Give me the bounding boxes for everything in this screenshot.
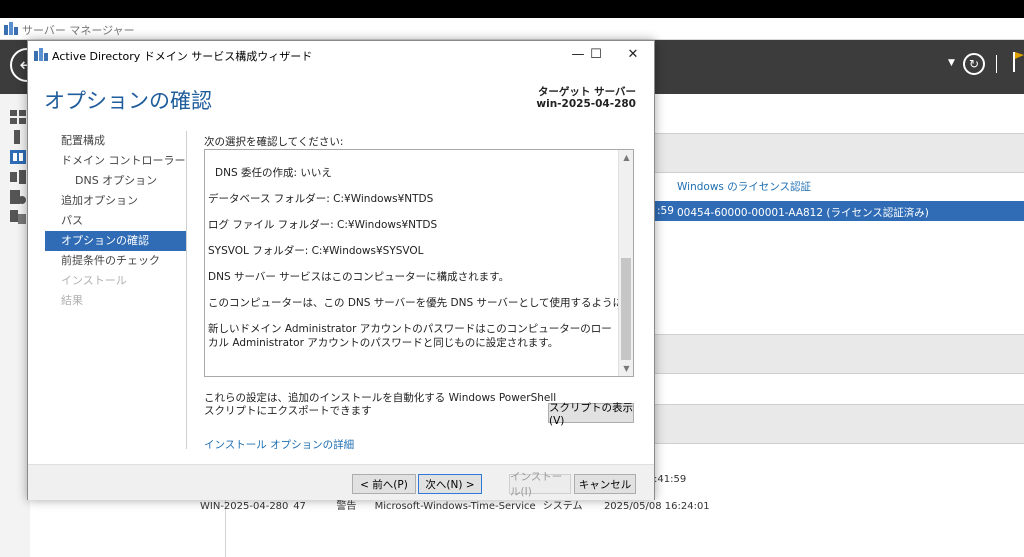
- maximize-button[interactable]: ☐: [581, 45, 611, 65]
- wizard-step[interactable]: 前提条件のチェック: [45, 251, 187, 271]
- review-line: 新しいドメイン Administrator アカウントのパスワードはこのコンピュ…: [208, 323, 612, 349]
- row-license-key: 00454-60000-00001-AA812 (ライセンス認証済み): [677, 207, 929, 219]
- ad-ds-configuration-wizard: Active Directory ドメイン サービス構成ウィザード — ☐ ✕ …: [27, 40, 655, 500]
- review-label: 次の選択を確認してください:: [204, 136, 344, 148]
- review-scrollbar[interactable]: ▲ ▼: [618, 150, 633, 376]
- scroll-up-icon[interactable]: ▲: [619, 150, 633, 165]
- dns-icon[interactable]: [10, 190, 26, 204]
- review-line: データベース フォルダー: C:¥Windows¥NTDS: [208, 193, 434, 205]
- event-time: :41:59: [654, 474, 687, 485]
- previous-button[interactable]: < 前へ(P): [352, 474, 416, 494]
- target-server-label: ターゲット サーバー: [537, 86, 636, 98]
- servers-header-band: [655, 133, 1024, 173]
- all-servers-icon[interactable]: [10, 150, 26, 164]
- target-server-name: win-2025-04-280: [536, 98, 636, 110]
- events-header-band: [655, 334, 1024, 374]
- wizard-step[interactable]: ドメイン コントローラー オプシ...: [45, 151, 187, 171]
- review-options-box[interactable]: DNS 委任の作成: いいえデータベース フォルダー: C:¥Windows¥N…: [204, 149, 634, 377]
- server-table-row[interactable]: :59 00454-60000-00001-AA812 (ライセンス認証済み): [655, 201, 1024, 221]
- view-script-button[interactable]: スクリプトの表示(V): [548, 402, 634, 427]
- event-server: WIN-2025-04-280: [200, 501, 289, 512]
- file-services-icon[interactable]: [10, 210, 26, 224]
- events-filter-band: [655, 404, 1024, 444]
- wizard-footer: < 前へ(P) 次へ(N) > インストール(I) キャンセル: [28, 464, 654, 500]
- ad-ds-icon[interactable]: [10, 170, 26, 184]
- local-server-icon[interactable]: [10, 130, 26, 144]
- server-manager-nav: [0, 94, 30, 557]
- wizard-step[interactable]: 追加オプション: [45, 191, 187, 211]
- review-options-text: DNS 委任の作成: いいえデータベース フォルダー: C:¥Windows¥N…: [208, 166, 634, 352]
- dashboard-icon[interactable]: [10, 110, 26, 124]
- license-column-header[interactable]: Windows のライセンス認証: [677, 179, 811, 194]
- scrollbar-thumb[interactable]: [621, 258, 631, 360]
- ad-ds-wizard-icon: [34, 48, 48, 61]
- event-id: 47: [293, 501, 306, 512]
- chevron-down-icon[interactable]: ▼: [948, 58, 955, 68]
- wizard-step: 結果: [61, 294, 83, 307]
- close-button[interactable]: ✕: [618, 45, 648, 65]
- wizard-step[interactable]: パス: [45, 211, 187, 231]
- event-datetime: 2025/05/08 16:24:01: [603, 501, 710, 512]
- server-manager-titlebar: サーバー マネージャー: [0, 18, 1024, 40]
- refresh-icon[interactable]: ↻: [963, 53, 985, 75]
- install-options-link[interactable]: インストール オプションの詳細: [204, 437, 354, 452]
- server-manager-title: サーバー マネージャー: [22, 24, 135, 37]
- review-line: このコンピューターは、この DNS サーバーを優先 DNS サーバーとして使用す…: [208, 297, 634, 309]
- wizard-title: Active Directory ドメイン サービス構成ウィザード: [52, 50, 313, 63]
- wizard-step[interactable]: 配置構成: [45, 131, 187, 151]
- page-title: オプションの確認: [44, 89, 212, 113]
- wizard-step: インストール: [61, 274, 127, 287]
- review-line: DNS サーバー サービスはこのコンピューターに構成されます。: [208, 271, 510, 283]
- wizard-step[interactable]: オプションの確認: [45, 231, 187, 251]
- header-divider: [996, 55, 997, 73]
- review-line: ログ ファイル フォルダー: C:¥Windows¥NTDS: [208, 219, 438, 231]
- steps-divider: [186, 131, 187, 449]
- review-line: DNS 委任の作成: いいえ: [215, 167, 332, 179]
- server-manager-icon: [4, 22, 18, 35]
- next-button[interactable]: 次へ(N) >: [418, 474, 482, 494]
- wizard-step[interactable]: DNS オプション: [45, 171, 187, 191]
- export-description: これらの設定は、追加のインストールを自動化する Windows PowerShe…: [204, 392, 557, 417]
- flag-icon[interactable]: [1012, 50, 1024, 74]
- review-line: SYSVOL フォルダー: C:¥Windows¥SYSVOL: [208, 245, 424, 257]
- event-source: Microsoft-Windows-Time-Service: [374, 501, 536, 512]
- row-time: :59: [657, 205, 674, 217]
- install-button[interactable]: インストール(I): [509, 471, 571, 498]
- wizard-steps: 配置構成ドメイン コントローラー オプシ...DNS オプション追加オプションパ…: [45, 131, 187, 311]
- wizard-titlebar[interactable]: Active Directory ドメイン サービス構成ウィザード — ☐ ✕: [28, 41, 654, 69]
- cancel-button[interactable]: キャンセル: [574, 474, 636, 494]
- scroll-down-icon[interactable]: ▼: [619, 361, 633, 376]
